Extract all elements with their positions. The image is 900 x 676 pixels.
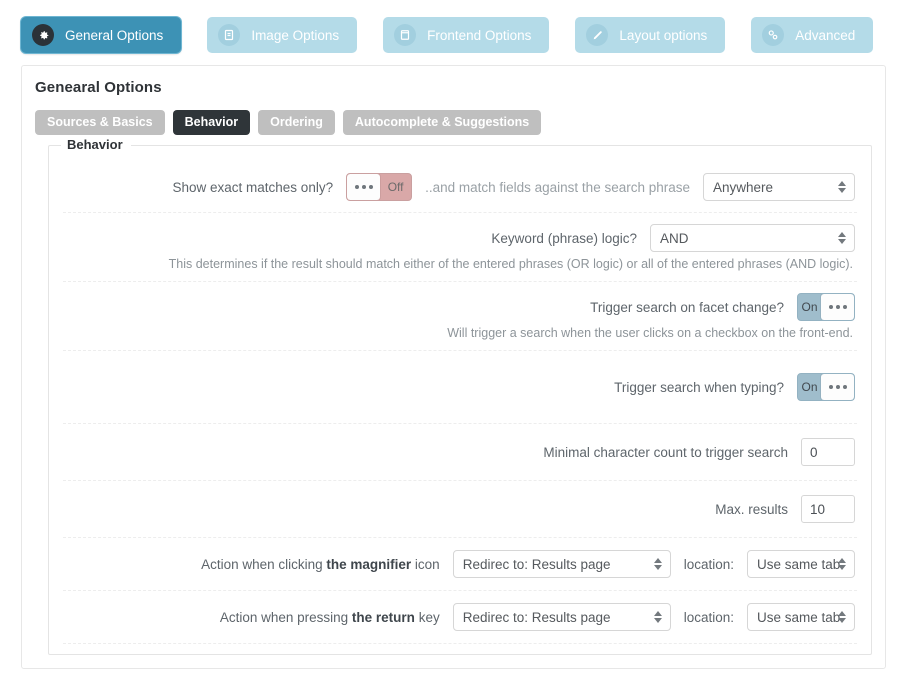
tab-image-options[interactable]: Image Options <box>207 17 357 53</box>
facet-change-label: Trigger search on facet change? <box>590 300 784 315</box>
behavior-fieldset: Behavior Show exact matches only? Off ..… <box>48 145 872 655</box>
facet-change-toggle[interactable]: On <box>797 293 855 321</box>
magnifier-action-label: Action when clicking the magnifier icon <box>201 557 440 572</box>
monitor-icon <box>394 24 416 46</box>
keyword-logic-help-text: This determines if the result should mat… <box>63 257 857 281</box>
typing-label: Trigger search when typing? <box>614 380 784 395</box>
return-key-location-value: Use same tab <box>757 610 840 625</box>
tab-advanced[interactable]: Advanced <box>751 17 873 53</box>
page-title: Genearal Options <box>22 66 885 96</box>
row-trigger-when-typing: Trigger search when typing? On <box>63 351 857 424</box>
return-key-action-label: Action when pressing the return key <box>220 610 440 625</box>
return-key-location-select[interactable]: Use same tab <box>747 603 855 631</box>
keyword-logic-label: Keyword (phrase) logic? <box>491 231 637 246</box>
row-return-key-action: Action when pressing the return key Redi… <box>63 591 857 644</box>
toggle-state-label: On <box>798 374 821 400</box>
image-icon <box>218 24 240 46</box>
toggle-knob-icon <box>821 374 854 400</box>
tab-label: General Options <box>65 28 163 43</box>
tab-label: Advanced <box>795 28 855 43</box>
sub-tab-strip: Sources & Basics Behavior Ordering Autoc… <box>22 96 885 135</box>
return-key-action-select[interactable]: Redirec to: Results page <box>453 603 671 631</box>
toggle-knob-icon <box>821 294 854 320</box>
gear-icon <box>32 24 54 46</box>
return-key-action-value: Redirec to: Results page <box>463 610 611 625</box>
fieldset-legend: Behavior <box>61 137 131 152</box>
subtab-sources-and-basics[interactable]: Sources & Basics <box>35 110 165 135</box>
match-fields-value: Anywhere <box>713 180 773 195</box>
max-results-label: Max. results <box>715 502 788 517</box>
facet-change-help-text: Will trigger a search when the user clic… <box>63 326 857 350</box>
max-results-input[interactable]: 10 <box>801 495 855 523</box>
row-keyword-logic: Keyword (phrase) logic? AND <box>63 213 857 257</box>
chevron-updown-icon <box>838 558 846 570</box>
match-fields-label: ..and match fields against the search ph… <box>425 180 690 195</box>
row-show-exact-matches: Show exact matches only? Off ..and match… <box>63 162 857 213</box>
minimal-character-count-input[interactable]: 0 <box>801 438 855 466</box>
row-minimal-character-count: Minimal character count to trigger searc… <box>63 424 857 481</box>
tab-label: Image Options <box>251 28 339 43</box>
chevron-updown-icon <box>654 558 662 570</box>
toggle-state-label: On <box>798 294 821 320</box>
magnifier-action-value: Redirec to: Results page <box>463 557 611 572</box>
tab-label: Layout options <box>619 28 707 43</box>
match-fields-select[interactable]: Anywhere <box>703 173 855 201</box>
chevron-updown-icon <box>838 181 846 193</box>
tab-layout-options[interactable]: Layout options <box>575 17 725 53</box>
minimal-character-count-label: Minimal character count to trigger searc… <box>543 445 788 460</box>
show-exact-matches-label: Show exact matches only? <box>173 180 334 195</box>
toggle-state-label: Off <box>380 174 411 200</box>
keyword-logic-value: AND <box>660 231 689 246</box>
chevron-updown-icon <box>838 232 846 244</box>
tab-frontend-options[interactable]: Frontend Options <box>383 17 549 53</box>
show-exact-matches-toggle[interactable]: Off <box>346 173 412 201</box>
row-magnifier-action: Action when clicking the magnifier icon … <box>63 538 857 591</box>
keyword-logic-select[interactable]: AND <box>650 224 855 252</box>
return-key-location-label: location: <box>684 610 734 625</box>
main-tab-strip: General Options Image Options Frontend O… <box>0 0 900 54</box>
pencil-icon <box>586 24 608 46</box>
subtab-behavior[interactable]: Behavior <box>173 110 251 135</box>
toggle-knob-icon <box>347 174 380 200</box>
magnifier-action-select[interactable]: Redirec to: Results page <box>453 550 671 578</box>
subtab-autocomplete-and-suggestions[interactable]: Autocomplete & Suggestions <box>343 110 541 135</box>
chevron-updown-icon <box>838 611 846 623</box>
row-max-results: Max. results 10 <box>63 481 857 538</box>
magnifier-location-select[interactable]: Use same tab <box>747 550 855 578</box>
options-panel: Genearal Options Sources & Basics Behavi… <box>21 65 886 669</box>
magnifier-location-value: Use same tab <box>757 557 840 572</box>
cogs-icon <box>762 24 784 46</box>
typing-toggle[interactable]: On <box>797 373 855 401</box>
tab-general-options[interactable]: General Options <box>21 17 181 53</box>
subtab-ordering[interactable]: Ordering <box>258 110 335 135</box>
row-trigger-on-facet-change: Trigger search on facet change? On <box>63 282 857 326</box>
magnifier-location-label: location: <box>684 557 734 572</box>
tab-label: Frontend Options <box>427 28 531 43</box>
chevron-updown-icon <box>654 611 662 623</box>
